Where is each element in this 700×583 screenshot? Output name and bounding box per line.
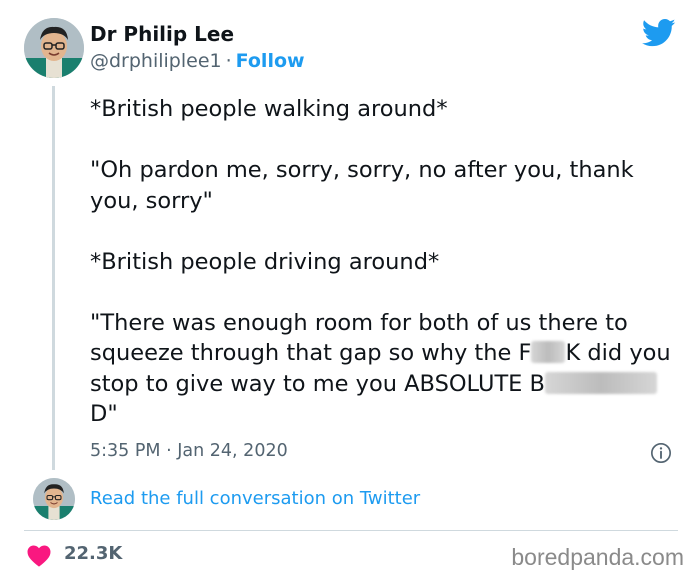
author-avatar[interactable] [24, 18, 84, 78]
divider [24, 530, 678, 531]
twitter-bird-icon[interactable] [642, 18, 676, 48]
tweet-line: *British people walking around* [90, 96, 448, 122]
tweet-line: *British people driving around* [90, 248, 440, 275]
separator-dot: · [166, 441, 172, 461]
avatar-photo [33, 478, 75, 520]
thread-line [52, 86, 55, 470]
separator-dot: · [225, 50, 232, 72]
author-name[interactable]: Dr Philip Lee [90, 22, 234, 46]
tweet-time: 5:35 PM [90, 441, 161, 461]
info-icon[interactable] [650, 442, 672, 464]
author-handle[interactable]: @drphiliplee1 [90, 50, 222, 72]
tweet-card: Dr Philip Lee @drphiliplee1 · Follow *Brit… [0, 0, 700, 583]
tweet-line: "There was enough room for both of us th… [90, 308, 680, 430]
like-count[interactable]: 22.3K [64, 543, 122, 564]
avatar-photo [24, 18, 84, 78]
tweet-line-part: D" [90, 401, 118, 427]
tweet-text: *British people walking around* "Oh pard… [90, 94, 680, 430]
follow-button[interactable]: Follow [236, 50, 305, 72]
watermark: boredpanda.com [511, 544, 684, 570]
read-conversation-link[interactable]: Read the full conversation on Twitter [90, 488, 420, 509]
censor-blur [531, 341, 566, 363]
tweet-line: "Oh pardon me, sorry, sorry, no after yo… [90, 157, 634, 214]
author-handle-row: @drphiliplee1 · Follow [90, 50, 305, 72]
conversation-avatar[interactable] [33, 478, 75, 520]
heart-icon[interactable] [26, 544, 52, 567]
censor-blur [545, 371, 657, 394]
tweet-timestamp[interactable]: 5:35 PM · Jan 24, 2020 [90, 441, 288, 461]
tweet-date: Jan 24, 2020 [177, 441, 288, 461]
